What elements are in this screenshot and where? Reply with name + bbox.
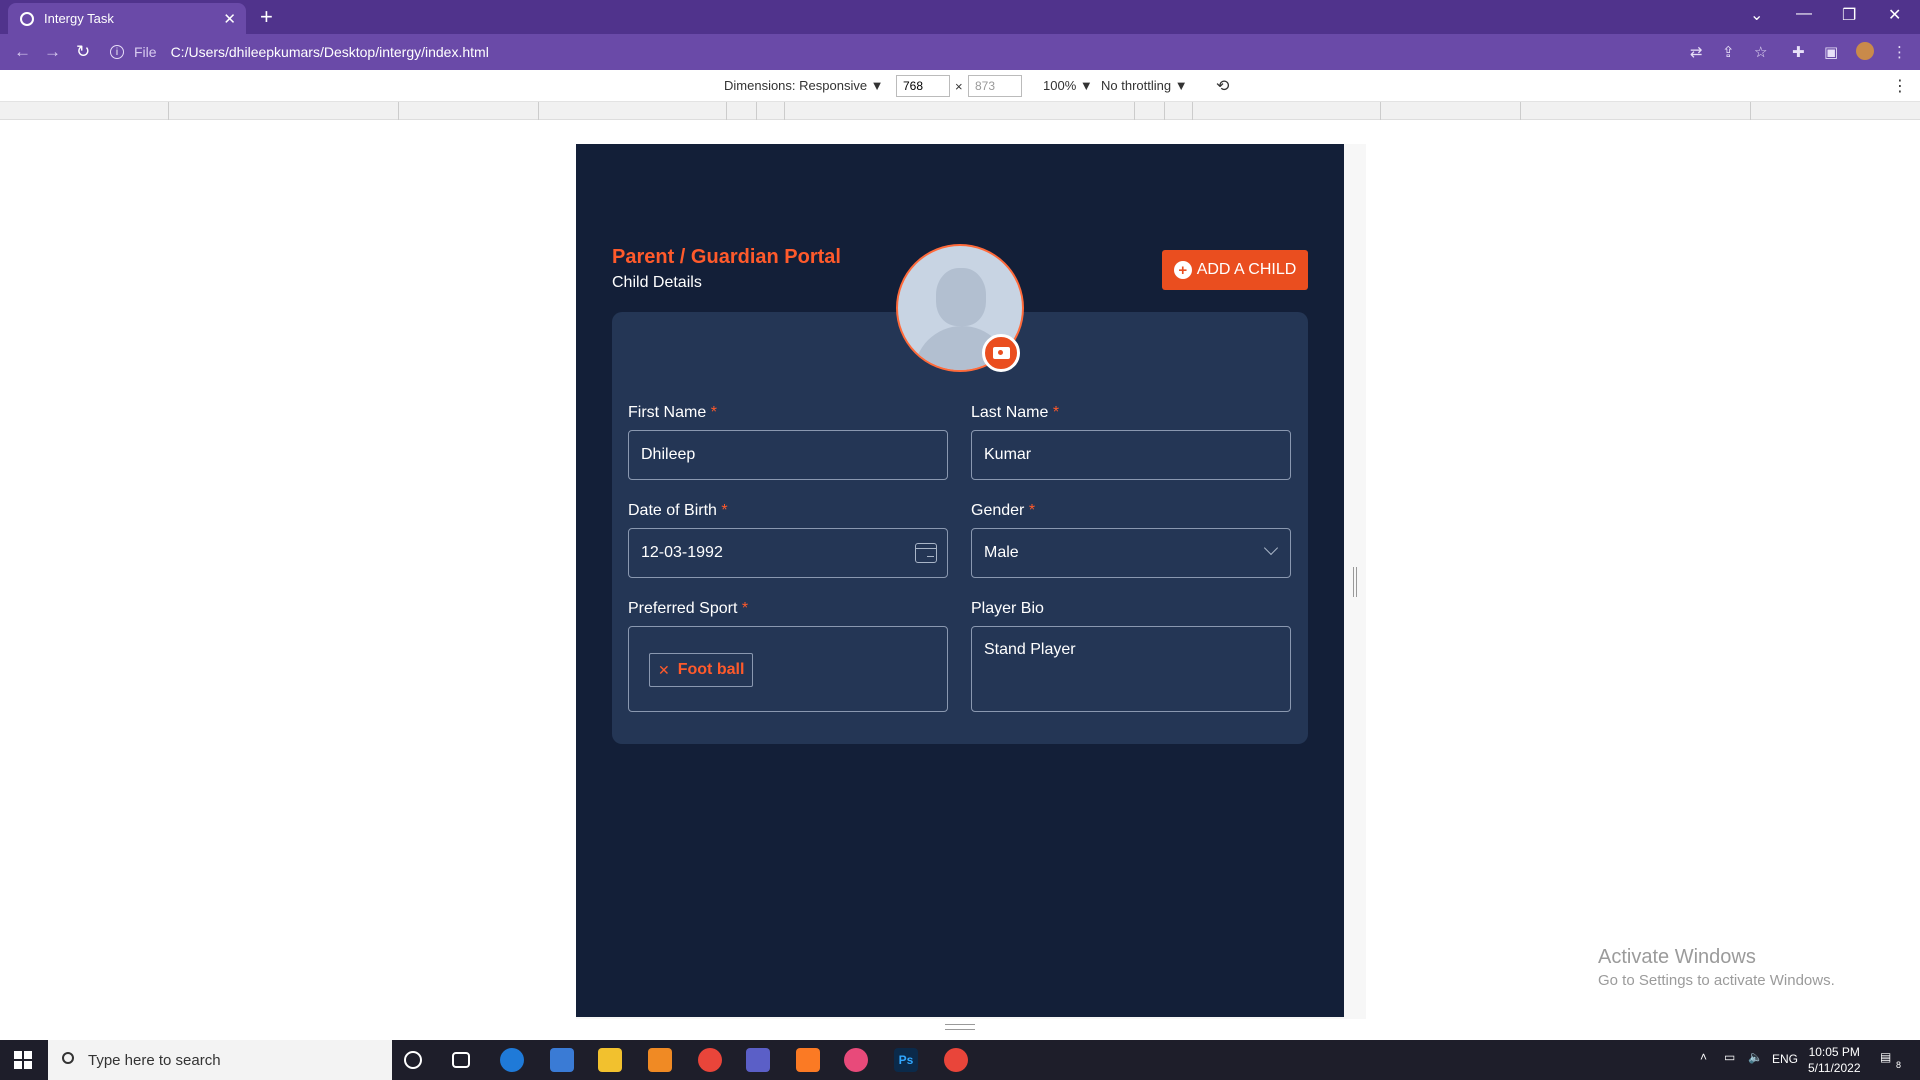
portal-title: Parent / Guardian Portal (612, 246, 841, 268)
first-name-input[interactable]: Dhileep (628, 430, 948, 480)
child-details-card: First Name * Dhileep Last Name * Kumar D… (612, 312, 1308, 744)
zoom-dropdown[interactable]: 100% ▼ (1043, 78, 1093, 93)
last-name-input[interactable]: Kumar (971, 430, 1291, 480)
minimize-icon[interactable]: — (1796, 5, 1812, 23)
xampp-icon[interactable] (796, 1048, 820, 1072)
translate-icon[interactable]: ⇄ (1690, 43, 1703, 61)
first-name-value: Dhileep (641, 446, 696, 463)
creative-cloud-icon[interactable] (844, 1048, 868, 1072)
notification-icon[interactable]: ▤ (1880, 1050, 1891, 1064)
browser-tab[interactable]: Intergy Task ✕ (8, 3, 246, 34)
url-scheme-label: File (134, 44, 157, 60)
viewport-resize-handle-right[interactable] (1353, 567, 1357, 597)
taskbar-search[interactable]: Type here to search (48, 1040, 392, 1080)
rotate-icon[interactable]: ⟲ (1216, 76, 1229, 96)
calendar-icon[interactable] (915, 543, 937, 563)
sport-label: Preferred Sport * (628, 600, 749, 617)
gender-select[interactable]: Male (971, 528, 1291, 578)
dob-value: 12-03-1992 (641, 544, 723, 561)
share-icon[interactable]: ⇪ (1722, 43, 1735, 61)
globe-icon (20, 11, 34, 26)
last-name-value: Kumar (984, 446, 1032, 463)
tray-arrow-icon[interactable]: ˄ (1700, 1050, 1707, 1064)
chevron-down-icon (1263, 540, 1279, 556)
browser-tab-bar: Intergy Task ✕ + ⌄ — ❐ ✕ (0, 0, 1920, 34)
bookmark-star-icon[interactable]: ☆ (1754, 43, 1767, 61)
clock[interactable]: 10:05 PM 5/11/2022 (1808, 1044, 1861, 1076)
teams-icon[interactable] (746, 1048, 770, 1072)
side-panel-icon[interactable]: ▣ (1824, 43, 1838, 61)
media-query-ruler (0, 102, 1920, 120)
device-toolbar: Dimensions: Responsive ▼ × 100% ▼ No thr… (0, 70, 1920, 102)
dob-label: Date of Birth * (628, 502, 728, 519)
plus-circle-icon: + (1173, 261, 1192, 279)
gender-label: Gender * (971, 502, 1036, 519)
windows-start-icon[interactable] (14, 1051, 32, 1069)
back-icon[interactable]: ← (14, 42, 31, 62)
photoshop-icon[interactable]: Ps (894, 1048, 918, 1072)
store-icon[interactable] (550, 1048, 574, 1072)
page-viewport: Parent / Guardian Portal Child Details +… (576, 144, 1344, 1017)
sport-multiselect[interactable]: ✕ Foot ball (628, 626, 948, 712)
edge-icon[interactable] (500, 1048, 524, 1072)
bio-value: Stand Player (984, 641, 1076, 658)
dimensions-dropdown[interactable]: Dimensions: Responsive ▼ (724, 78, 884, 93)
camera-icon[interactable] (982, 334, 1020, 372)
sublime-icon[interactable] (648, 1048, 672, 1072)
forward-icon[interactable]: → (44, 42, 61, 62)
reload-icon[interactable]: ↻ (76, 42, 90, 62)
notification-count: 8 (1896, 1060, 1902, 1070)
add-child-button[interactable]: + ADD A CHILD (1162, 250, 1308, 290)
new-tab-icon[interactable]: + (260, 4, 273, 30)
volume-icon[interactable]: 🔈 (1748, 1050, 1763, 1064)
menu-icon[interactable]: ⋮ (1892, 43, 1907, 61)
network-icon[interactable]: ▭ (1724, 1050, 1735, 1064)
dob-input[interactable]: 12-03-1992 (628, 528, 948, 578)
page-subtitle: Child Details (612, 274, 702, 291)
devtools-more-icon[interactable]: ⋮ (1892, 76, 1908, 96)
sport-chip-label: Foot ball (677, 661, 745, 678)
add-child-label: ADD A CHILD (1196, 261, 1297, 278)
viewport-width-input[interactable] (896, 75, 950, 97)
info-icon[interactable]: i (110, 45, 124, 59)
remove-chip-icon[interactable]: ✕ (658, 662, 670, 679)
throttling-dropdown[interactable]: No throttling ▼ (1101, 78, 1188, 93)
task-view-icon[interactable] (452, 1052, 470, 1068)
chrome-icon[interactable] (698, 1048, 722, 1072)
file-explorer-icon[interactable] (598, 1048, 622, 1072)
chrome-alt-icon[interactable] (944, 1048, 968, 1072)
sport-chip: ✕ Foot ball (649, 653, 754, 687)
extensions-icon[interactable]: ✚ (1792, 43, 1805, 61)
profile-avatar[interactable] (1856, 42, 1874, 60)
bio-label: Player Bio (971, 600, 1044, 617)
first-name-label: First Name * (628, 404, 717, 421)
close-window-icon[interactable]: ✕ (1888, 5, 1901, 25)
url-field[interactable]: i File C:/Users/dhileepkumars/Desktop/in… (110, 39, 1690, 65)
activate-windows-watermark: Activate Windows Go to Settings to activ… (1598, 946, 1835, 989)
tab-search-icon[interactable]: ⌄ (1750, 5, 1763, 25)
viewport-resize-handle-bottom[interactable] (945, 1024, 975, 1030)
taskbar-search-placeholder: Type here to search (88, 1051, 221, 1069)
search-icon (62, 1052, 74, 1064)
language-indicator[interactable]: ENG (1772, 1052, 1798, 1066)
tab-title: Intergy Task (44, 11, 114, 26)
cortana-icon[interactable] (404, 1051, 422, 1069)
restore-icon[interactable]: ❐ (1842, 5, 1856, 25)
taskbar: Type here to search Ps ˄ ▭ 🔈 ENG 10:05 P… (0, 1040, 1920, 1080)
last-name-label: Last Name * (971, 404, 1060, 421)
close-tab-icon[interactable]: ✕ (223, 10, 236, 28)
address-bar: ← → ↻ i File C:/Users/dhileepkumars/Desk… (0, 34, 1920, 70)
viewport-height-input[interactable] (968, 75, 1022, 97)
url-text: C:/Users/dhileepkumars/Desktop/intergy/i… (170, 44, 489, 60)
gender-value: Male (984, 544, 1019, 561)
dimension-separator: × (955, 79, 963, 94)
bio-textarea[interactable]: Stand Player (971, 626, 1291, 712)
